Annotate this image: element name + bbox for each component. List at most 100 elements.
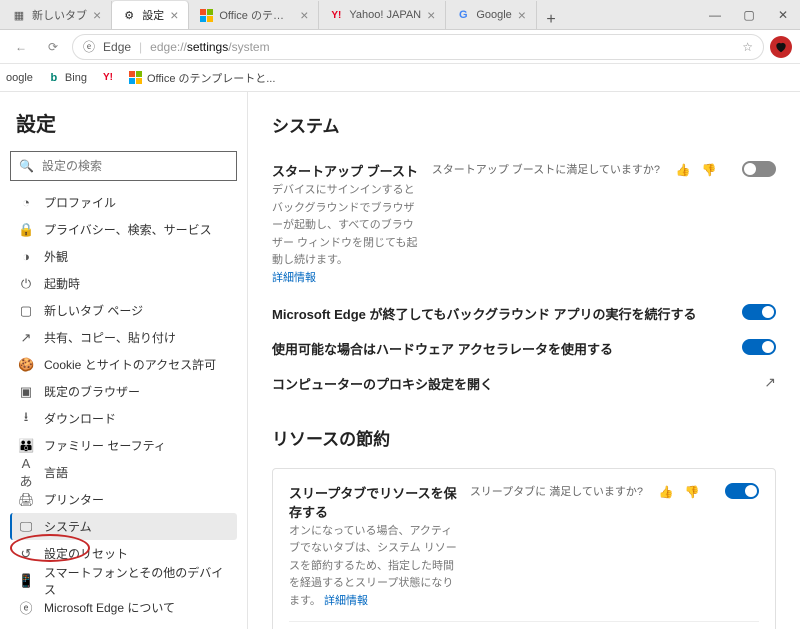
sidebar-item-label: 言語 <box>44 464 68 481</box>
url-prefix: edge:// <box>150 40 187 54</box>
close-icon[interactable]: × <box>427 8 435 22</box>
settings-content: システム スタートアップ ブースト デバイスにサインインするとバックグラウンドで… <box>248 92 800 629</box>
sidebar-icon: 🔒 <box>18 222 34 238</box>
gear-icon: ⚙ <box>122 8 136 22</box>
sidebar-item-label: 外観 <box>44 248 68 265</box>
section-heading-system: システム <box>272 112 776 137</box>
sidebar-item-3[interactable]: ⏻起動時 <box>10 270 237 297</box>
url-suffix: /system <box>228 40 269 54</box>
url-path: settings <box>187 40 228 54</box>
sidebar-heading: 設定 <box>16 108 237 137</box>
address-bar: ← ⟳ ⓔ Edge | edge://settings/system ☆ <box>0 30 800 64</box>
tab-icon: ▦ <box>12 8 26 22</box>
tab-google[interactable]: G Google × <box>446 1 537 29</box>
minimize-button[interactable]: — <box>698 0 732 30</box>
sidebar-item-11[interactable]: 🖨プリンター <box>10 486 237 513</box>
sidebar-item-2[interactable]: ◑ 外観 <box>10 243 237 270</box>
edge-icon: ⓔ <box>83 38 95 55</box>
thumbs-up-icon[interactable]: 👍 <box>674 161 692 179</box>
settings-search[interactable]: 🔍 <box>10 151 237 181</box>
sidebar-icon: ⭳ <box>18 408 34 430</box>
new-tab-button[interactable]: + <box>537 11 565 29</box>
close-button[interactable]: ✕ <box>766 0 800 30</box>
sidebar-item-12[interactable]: 🖵システム <box>10 513 237 540</box>
tab-strip: ▦ 新しいタブ × ⚙ 設定 × Office のテンプレー × Y! Yaho… <box>0 0 698 29</box>
row-background-apps: Microsoft Edge が終了してもバックグラウンド アプリの実行を続行す… <box>272 298 776 333</box>
sidebar-item-7[interactable]: ▣既定のブラウザー <box>10 378 237 405</box>
ms-icon <box>129 71 143 85</box>
thumbs-up-icon[interactable]: 👍 <box>657 483 675 501</box>
sidebar-item-1[interactable]: 🔒 プライバシー、検索、サービス <box>10 216 237 243</box>
row-startup-boost: スタートアップ ブースト デバイスにサインインするとバックグラウンドでブラウザー… <box>272 155 776 298</box>
close-icon[interactable]: × <box>93 8 101 22</box>
sidebar-icon: 📱 <box>18 573 34 589</box>
tab-label: Yahoo! JAPAN <box>349 9 421 21</box>
sidebar-icon: ▢ <box>18 303 34 319</box>
sidebar-item-15[interactable]: ⓔ Microsoft Edge について <box>10 594 237 621</box>
sidebar-item-label: プライバシー、検索、サービス <box>44 221 212 238</box>
yahoo-icon: Y! <box>101 71 115 85</box>
search-input[interactable] <box>40 158 228 174</box>
learn-more-link[interactable]: 詳細情報 <box>324 595 368 607</box>
url-field[interactable]: ⓔ Edge | edge://settings/system ☆ <box>72 34 764 60</box>
url-brand: Edge <box>103 40 131 54</box>
sidebar-item-0[interactable]: ◔プロファイル <box>10 189 237 216</box>
google-icon: G <box>456 8 470 22</box>
yahoo-icon: Y! <box>329 8 343 22</box>
bookmark-google[interactable]: oogle <box>6 72 33 84</box>
profile-avatar[interactable] <box>770 36 792 58</box>
sidebar-item-label: ファミリー セーフティ <box>44 437 166 454</box>
bookmark-office[interactable]: Office のテンプレートと... <box>129 70 275 86</box>
refresh-button[interactable]: ⟳ <box>40 34 66 60</box>
sidebar-item-label: 共有、コピー、貼り付け <box>44 329 176 346</box>
back-button[interactable]: ← <box>8 34 34 60</box>
main-area: 設定 🔍 ◔プロファイル 🔒 プライバシー、検索、サービス ◑ 外観 ⏻起動時▢新しいタブ… <box>0 92 800 629</box>
sidebar-icon: ⏻ <box>18 276 34 292</box>
toggle-startup-boost[interactable] <box>742 161 776 177</box>
sidebar-item-14[interactable]: 📱スマートフォンとその他のデバイス <box>10 567 237 594</box>
external-link-icon: ↗ <box>764 374 776 391</box>
learn-more-link[interactable]: 詳細情報 <box>272 272 316 284</box>
tab-label: 新しいタブ <box>32 7 87 23</box>
bookmark-yahoo[interactable]: Y! <box>101 71 115 85</box>
sidebar-item-label: スマートフォンとその他のデバイス <box>44 564 229 598</box>
ms-icon <box>199 8 213 22</box>
sidebar-icon: ⓔ <box>18 598 34 617</box>
tab-office[interactable]: Office のテンプレー × <box>189 1 319 29</box>
sidebar-item-9[interactable]: 👪ファミリー セーフティ <box>10 432 237 459</box>
close-icon[interactable]: × <box>300 8 308 22</box>
row-sleep-timeout: 非アクティブなタブを、指定された時間が経過した後、スリープ状態にします: 2 時… <box>289 621 759 629</box>
settings-sidebar: 設定 🔍 ◔プロファイル 🔒 プライバシー、検索、サービス ◑ 外観 ⏻起動時▢新しいタブ… <box>0 92 248 629</box>
thumbs-down-icon[interactable]: 👎 <box>700 161 718 179</box>
sidebar-item-label: Microsoft Edge について <box>44 599 175 616</box>
sidebar-icon: ↺ <box>18 546 34 562</box>
bookmarks-bar: oogle bBing Y! Office のテンプレートと... <box>0 64 800 92</box>
bookmark-bing[interactable]: bBing <box>47 71 87 85</box>
sidebar-item-label: プリンター <box>44 491 104 508</box>
title-bar: ▦ 新しいタブ × ⚙ 設定 × Office のテンプレー × Y! Yaho… <box>0 0 800 30</box>
maximize-button[interactable]: ▢ <box>732 0 766 30</box>
sidebar-icon: ◑ <box>18 249 34 264</box>
sidebar-icon: 🍪 <box>18 357 34 373</box>
sidebar-item-10[interactable]: Aあ言語 <box>10 459 237 486</box>
sidebar-item-5[interactable]: ↗共有、コピー、貼り付け <box>10 324 237 351</box>
tab-newtab[interactable]: ▦ 新しいタブ × <box>2 1 112 29</box>
thumbs-down-icon[interactable]: 👎 <box>683 483 701 501</box>
row-proxy-settings[interactable]: コンピューターのプロキシ設定を開く ↗ <box>272 368 776 403</box>
sidebar-item-4[interactable]: ▢新しいタブ ページ <box>10 297 237 324</box>
close-icon[interactable]: × <box>518 8 526 22</box>
close-icon[interactable]: × <box>170 8 178 22</box>
tab-label: 設定 <box>142 7 164 23</box>
search-icon: 🔍 <box>19 159 34 173</box>
sidebar-item-6[interactable]: 🍪Cookie とサイトのアクセス許可 <box>10 351 237 378</box>
tab-yahoo[interactable]: Y! Yahoo! JAPAN × <box>319 1 446 29</box>
favorite-icon[interactable]: ☆ <box>742 40 753 54</box>
sidebar-item-8[interactable]: ⭳ダウンロード <box>10 405 237 432</box>
toggle-hardware-accel[interactable] <box>742 339 776 355</box>
sidebar-icon: ◔ <box>18 195 34 210</box>
toggle-sleeping-tabs[interactable] <box>725 483 759 499</box>
tab-settings[interactable]: ⚙ 設定 × <box>112 1 189 29</box>
sidebar-icon: Aあ <box>18 456 34 490</box>
sidebar-icon: ▣ <box>18 384 34 400</box>
toggle-background-apps[interactable] <box>742 304 776 320</box>
